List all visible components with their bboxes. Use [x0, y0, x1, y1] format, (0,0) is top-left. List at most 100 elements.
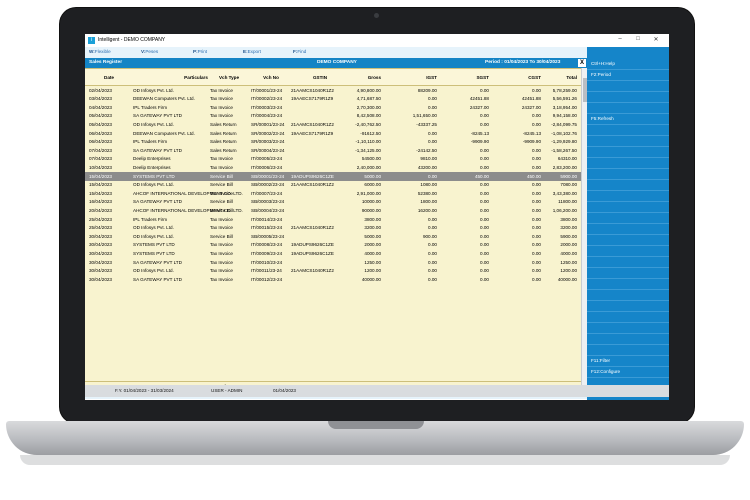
table-row[interactable]: 05/04/2023 SA GATEWAY PVT LTD Tax Invoice I… — [85, 112, 581, 121]
cell-vch-no: SB/00005/23-24 — [251, 233, 285, 239]
cell-sgst: 0.00 — [480, 216, 489, 222]
cell-vch-no: IT/00010/23-24 — [251, 259, 283, 265]
table-row[interactable]: 25/04/2023 IPL Traders Firm Tax Invoice IT/… — [85, 215, 581, 224]
table-row[interactable]: 03/04/2023 DEEWAN Computers Pvt. Ltd. Tax … — [85, 95, 581, 104]
cell-igst: 0.00 — [428, 130, 437, 136]
cell-igst: 0.00 — [428, 216, 437, 222]
cell-total: 5900.00 — [560, 233, 577, 239]
table-row[interactable]: 20/04/2023 AHCOF INTERNATIONAL DEVELOPMEN… — [85, 206, 581, 215]
cell-date: 07/04/2023 — [89, 147, 112, 153]
cell-total: 40000.00 — [557, 276, 577, 282]
cell-total: 5,78,259.00 — [552, 87, 577, 93]
cell-date: 10/04/2023 — [89, 164, 112, 170]
table-row[interactable]: 06/04/2023 DEEWAN Computers Pvt. Ltd. Sale… — [85, 129, 581, 138]
table-row[interactable]: 30/04/2023 SYSTEMS PVT LTD Tax Invoice IT/0… — [85, 249, 581, 258]
cell-vch-type: Service Bill — [210, 207, 233, 213]
close-window-button[interactable]: ✕ — [651, 36, 661, 43]
cell-gross: -91612.50 — [360, 130, 381, 136]
cell-gross: 5000.00 — [364, 173, 381, 179]
cell-vch-no: SB/00004/23-24 — [251, 207, 285, 213]
cell-igst: 0.00 — [428, 268, 437, 274]
cell-gross: 4,71,687.50 — [356, 96, 381, 102]
column-header-gross[interactable]: Gross — [323, 75, 381, 80]
cell-total: 64310.00 — [557, 156, 577, 162]
cell-vch-no: SB/00003/23-24 — [251, 199, 285, 205]
table-row[interactable]: 10/04/2023 Deelip Enterprises Tax Invoice I… — [85, 163, 581, 172]
cell-date: 07/04/2023 — [89, 156, 112, 162]
table-row[interactable]: 04/04/2023 IPL Traders Firm Tax Invoice IT/… — [85, 103, 581, 112]
cell-vch-no: IT/00007/23-24 — [251, 190, 283, 196]
cell-total: 7080.00 — [560, 182, 577, 188]
cell-total: 9,94,158.00 — [552, 113, 577, 119]
sales-register-table: Date Particulars Vch Type Vch No GSTIN G… — [85, 68, 581, 392]
cell-sgst: 24327.00 — [469, 104, 489, 110]
cell-vch-type: Tax Invoice — [210, 250, 233, 256]
cell-igst: 0.00 — [428, 96, 437, 102]
sidebar-item-configure[interactable]: F12:Configure — [587, 366, 669, 378]
cell-vch-no: IT/00002/23-24 — [251, 96, 283, 102]
cell-vch-no: SR/00003/23-24 — [251, 139, 285, 145]
toolbar-flexible-button[interactable]: W:Flexible — [89, 49, 111, 54]
toolbar-peses-button[interactable]: V:Peses — [141, 49, 158, 54]
table-row[interactable]: 07/04/2023 SA GATEWAY PVT LTD Sales Return… — [85, 146, 581, 155]
cell-total: 3200.00 — [560, 225, 577, 231]
table-row[interactable]: 06/04/2023 IPL Traders Firm Sales Return SR… — [85, 138, 581, 147]
current-user: USER - ADMIN — [211, 388, 243, 393]
cell-vch-type: Tax Invoice — [210, 96, 233, 102]
cell-sgst: 0.00 — [480, 164, 489, 170]
table-row[interactable]: 15/04/2023 AHCOF INTERNATIONAL DEVELOPMEN… — [85, 189, 581, 198]
table-row[interactable]: 30/04/2023 OD Infosys Pvt. Ltd. Tax Invoic… — [85, 267, 581, 276]
column-header-vch-type[interactable]: Vch Type — [210, 75, 248, 80]
cell-igst: -24142.50 — [416, 147, 437, 153]
table-row[interactable]: 05/04/2023 OD Infosys Pvt. Ltd. Sales Retu… — [85, 120, 581, 129]
cell-vch-no: SR/00001/23-24 — [251, 121, 285, 127]
maximize-button[interactable]: □ — [633, 36, 643, 42]
cell-vch-no: IT/00004/23-24 — [251, 113, 283, 119]
cell-igst: 0.00 — [428, 225, 437, 231]
table-row[interactable]: 30/04/2023 OD Infosys Pvt. Ltd. Service Bi… — [85, 232, 581, 241]
cell-vch-type: Tax Invoice — [210, 164, 233, 170]
cell-vch-type: Tax Invoice — [210, 113, 233, 119]
cell-date: 15/04/2023 — [89, 182, 112, 188]
toolbar-find-button[interactable]: F:Find — [293, 49, 306, 54]
cell-gross: 3800.00 — [364, 216, 381, 222]
table-row[interactable]: 30/04/2023 SA GATEWAY PVT LTD Tax Invoice I… — [85, 258, 581, 267]
table-row[interactable]: 30/04/2023 SYSTEMS PVT LTD Tax Invoice IT/0… — [85, 241, 581, 250]
column-header-sgst[interactable]: SGST — [431, 75, 489, 80]
close-report-button[interactable]: X — [578, 59, 586, 67]
period-label[interactable]: Period : 01/04/2023 To 30/04/2023 — [485, 60, 560, 65]
cell-igst: 1,51,650.00 — [412, 113, 437, 119]
laptop-foot — [20, 455, 730, 465]
cell-vch-type: Sales Return — [210, 139, 237, 145]
table-row[interactable]: 25/04/2023 OD Infosys Pvt. Ltd. Tax Invoic… — [85, 224, 581, 233]
cell-gross: -2,40,762.50 — [355, 121, 381, 127]
cell-gross: -1,10,110.00 — [355, 139, 381, 145]
cell-vch-no: IT/00005/23-24 — [251, 156, 283, 162]
cell-sgst: 0.00 — [480, 156, 489, 162]
column-header-date[interactable]: Date — [89, 75, 129, 80]
minimize-button[interactable]: – — [615, 36, 625, 42]
cell-date: 16/04/2023 — [89, 199, 112, 205]
toolbar-print-button[interactable]: P:Print — [193, 49, 207, 54]
table-row[interactable]: 16/04/2023 SA GATEWAY PVT LTD Service Bill… — [85, 198, 581, 207]
cell-total: 11800.00 — [558, 199, 577, 205]
table-row[interactable]: 07/04/2023 Deelip Enterprises Tax Invoice I… — [85, 155, 581, 164]
column-header-total[interactable]: Total — [517, 75, 577, 80]
cell-igst: 0.00 — [428, 259, 437, 265]
table-row[interactable]: 02/04/2023 OD Infosys Pvt. Ltd. Tax Invoic… — [85, 86, 581, 95]
table-row[interactable]: 15/04/2023 SYSTEMS PVT LTD Service Bill SB/… — [85, 172, 581, 181]
table-header: Date Particulars Vch Type Vch No GSTIN G… — [85, 68, 581, 86]
cell-vch-type: Tax Invoice — [210, 225, 233, 231]
toolbar-export-button[interactable]: E:Export — [243, 49, 261, 54]
table-row[interactable]: 15/04/2023 OD Infosys Pvt. Ltd. Service Bi… — [85, 181, 581, 190]
cell-total: 5,56,591.26 — [552, 96, 577, 102]
cell-date: 25/04/2023 — [89, 216, 112, 222]
table-row[interactable]: 30/04/2023 SA GATEWAY PVT LTD Tax Invoice I… — [85, 275, 581, 284]
report-title: Sales Register — [89, 60, 123, 65]
column-header-vch-no[interactable]: Vch No — [251, 75, 291, 80]
cell-date: 15/04/2023 — [89, 173, 112, 179]
cell-gross: 10000.00 — [361, 199, 381, 205]
cell-date: 05/04/2023 — [89, 121, 112, 127]
column-header-igst[interactable]: IGST — [379, 75, 437, 80]
cell-total: 1,06,200.00 — [552, 207, 577, 213]
